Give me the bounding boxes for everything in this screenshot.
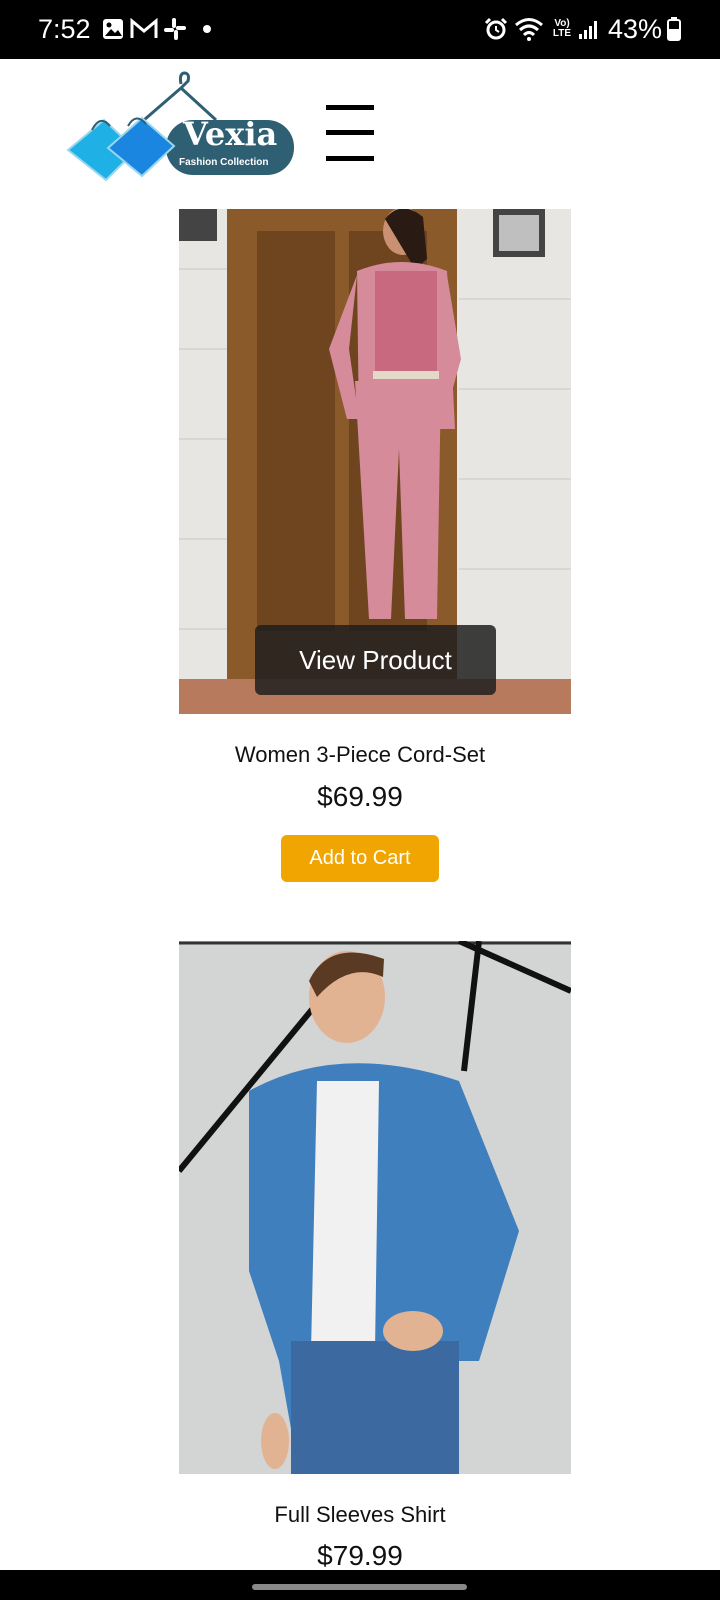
- battery-percent: 43%: [608, 14, 663, 44]
- status-bar: 7:52 Vo) LTE 43%: [0, 0, 720, 59]
- add-to-cart-button[interactable]: Add to Cart: [281, 835, 439, 882]
- brand-name: Vexia: [183, 115, 278, 153]
- product-name[interactable]: Full Sleeves Shirt: [179, 1502, 541, 1528]
- signal-icon: [578, 14, 600, 44]
- view-product-button[interactable]: View Product: [255, 625, 496, 695]
- slack-icon: [163, 14, 187, 44]
- dot-icon: [202, 14, 212, 44]
- gallery-icon: [101, 14, 125, 44]
- wifi-icon: [514, 14, 544, 44]
- volte-label: Vo) LTE: [552, 18, 572, 39]
- gmail-icon: [130, 14, 158, 44]
- alarm-icon: [484, 14, 508, 44]
- battery-icon: [667, 14, 681, 44]
- product-image-shirt[interactable]: [179, 941, 571, 1474]
- product-name[interactable]: Women 3-Piece Cord-Set: [179, 742, 541, 768]
- product-price: $79.99: [317, 1540, 403, 1571]
- home-gesture-pill[interactable]: [252, 1584, 467, 1590]
- product-price: $69.99: [317, 781, 403, 812]
- brand-tagline: Fashion Collection: [179, 157, 269, 168]
- hamburger-menu-icon[interactable]: [326, 105, 374, 161]
- clock: 7:52: [38, 14, 91, 44]
